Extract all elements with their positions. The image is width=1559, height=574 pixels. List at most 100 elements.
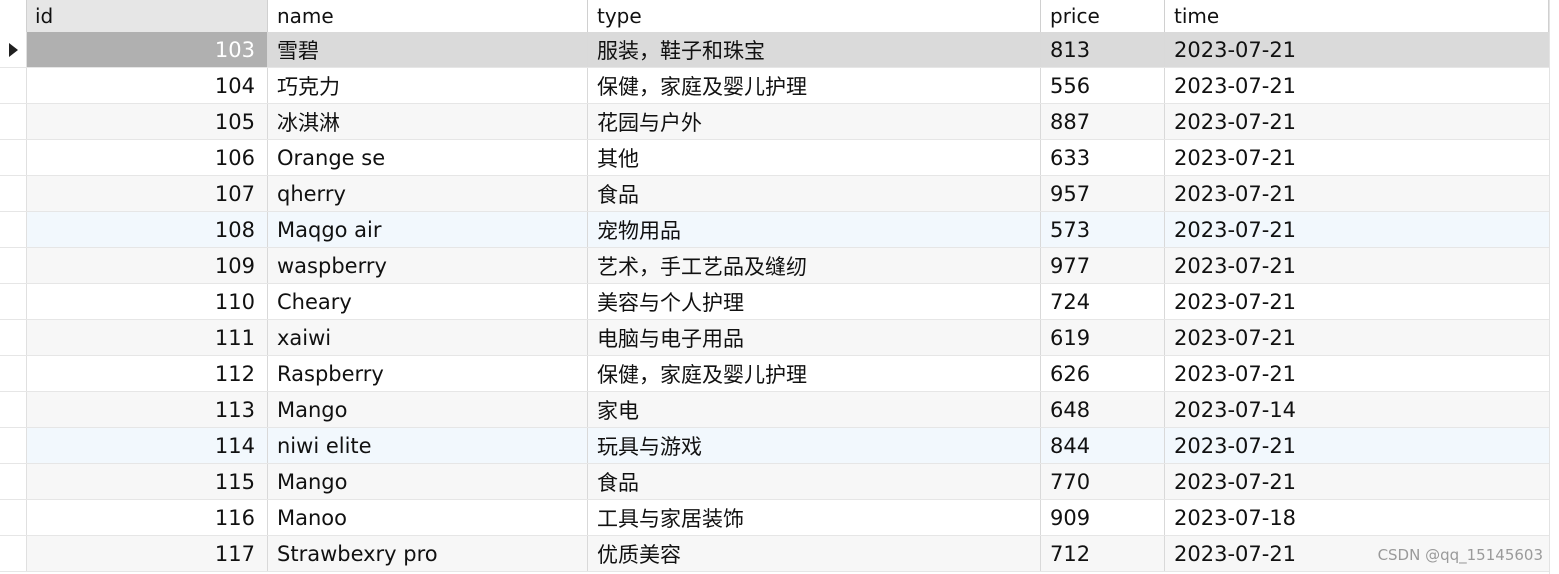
table-row[interactable]: 103 雪碧 服装，鞋子和珠宝 813 2023-07-21 [0,32,1549,68]
row-indicator[interactable] [0,536,27,571]
cell-name[interactable]: niwi elite [268,428,588,463]
column-header-name[interactable]: name [268,0,588,32]
cell-type[interactable]: 花园与户外 [588,104,1041,139]
cell-type[interactable]: 优质美容 [588,536,1041,571]
cell-name[interactable]: Maqgo air [268,212,588,247]
cell-type[interactable]: 家电 [588,392,1041,427]
cell-type[interactable]: 玩具与游戏 [588,428,1041,463]
cell-price[interactable]: 909 [1041,500,1165,535]
cell-id[interactable]: 106 [27,140,268,175]
cell-price[interactable]: 633 [1041,140,1165,175]
column-header-price[interactable]: price [1041,0,1165,32]
cell-time[interactable]: 2023-07-21 [1165,464,1549,499]
row-indicator[interactable] [0,68,27,103]
cell-price[interactable]: 626 [1041,356,1165,391]
row-indicator[interactable] [0,356,27,391]
cell-price[interactable]: 573 [1041,212,1165,247]
row-indicator[interactable] [0,500,27,535]
table-row[interactable]: 111 xaiwi 电脑与电子用品 619 2023-07-21 [0,320,1549,356]
row-indicator[interactable] [0,284,27,319]
row-indicator[interactable] [0,464,27,499]
cell-type[interactable]: 食品 [588,176,1041,211]
row-indicator[interactable] [0,32,27,67]
table-row[interactable]: 108 Maqgo air 宠物用品 573 2023-07-21 [0,212,1549,248]
row-indicator[interactable] [0,212,27,247]
column-header-time[interactable]: time [1165,0,1549,32]
cell-name[interactable]: Orange se [268,140,588,175]
cell-type[interactable]: 保健，家庭及婴儿护理 [588,68,1041,103]
cell-type[interactable]: 宠物用品 [588,212,1041,247]
cell-id[interactable]: 110 [27,284,268,319]
table-row[interactable]: 105 冰淇淋 花园与户外 887 2023-07-21 [0,104,1549,140]
cell-id[interactable]: 103 [27,32,268,67]
cell-name[interactable]: qherry [268,176,588,211]
cell-id[interactable]: 104 [27,68,268,103]
table-row[interactable]: 115 Mango 食品 770 2023-07-21 [0,464,1549,500]
table-row[interactable]: 112 Raspberry 保健，家庭及婴儿护理 626 2023-07-21 [0,356,1549,392]
cell-name[interactable]: 雪碧 [268,32,588,67]
cell-name[interactable]: 冰淇淋 [268,104,588,139]
cell-id[interactable]: 111 [27,320,268,355]
cell-type[interactable]: 电脑与电子用品 [588,320,1041,355]
cell-time[interactable]: 2023-07-21 [1165,248,1549,283]
cell-time[interactable]: 2023-07-18 [1165,500,1549,535]
cell-type[interactable]: 保健，家庭及婴儿护理 [588,356,1041,391]
cell-name[interactable]: waspberry [268,248,588,283]
cell-name[interactable]: 巧克力 [268,68,588,103]
table-row[interactable]: 106 Orange se 其他 633 2023-07-21 [0,140,1549,176]
cell-price[interactable]: 556 [1041,68,1165,103]
cell-id[interactable]: 116 [27,500,268,535]
row-indicator[interactable] [0,428,27,463]
table-row[interactable]: 116 Manoo 工具与家居装饰 909 2023-07-18 [0,500,1549,536]
cell-time[interactable]: 2023-07-21 [1165,32,1549,67]
table-row[interactable]: 107 qherry 食品 957 2023-07-21 [0,176,1549,212]
cell-name[interactable]: Mango [268,392,588,427]
cell-name[interactable]: Strawbexry pro [268,536,588,571]
row-indicator[interactable] [0,176,27,211]
cell-price[interactable]: 712 [1041,536,1165,571]
cell-time[interactable]: 2023-07-21 [1165,68,1549,103]
column-header-id[interactable]: id [27,0,268,32]
cell-name[interactable]: Cheary [268,284,588,319]
table-row[interactable]: 114 niwi elite 玩具与游戏 844 2023-07-21 [0,428,1549,464]
cell-id[interactable]: 113 [27,392,268,427]
cell-name[interactable]: Manoo [268,500,588,535]
cell-price[interactable]: 813 [1041,32,1165,67]
data-grid[interactable]: id name type price time 103 雪碧 服装，鞋子和珠宝 813… [0,0,1549,574]
row-indicator[interactable] [0,140,27,175]
table-row[interactable]: 113 Mango 家电 648 2023-07-14 [0,392,1549,428]
cell-price[interactable]: 977 [1041,248,1165,283]
cell-id[interactable]: 115 [27,464,268,499]
row-indicator[interactable] [0,248,27,283]
cell-price[interactable]: 887 [1041,104,1165,139]
cell-type[interactable]: 艺术，手工艺品及缝纫 [588,248,1041,283]
cell-type[interactable]: 工具与家居装饰 [588,500,1041,535]
cell-time[interactable]: 2023-07-21 [1165,428,1549,463]
cell-price[interactable]: 648 [1041,392,1165,427]
cell-price[interactable]: 844 [1041,428,1165,463]
cell-name[interactable]: xaiwi [268,320,588,355]
vertical-scrollbar[interactable] [1549,0,1559,574]
row-indicator[interactable] [0,104,27,139]
table-row[interactable]: 110 Cheary 美容与个人护理 724 2023-07-21 [0,284,1549,320]
cell-type[interactable]: 美容与个人护理 [588,284,1041,319]
cell-type[interactable]: 其他 [588,140,1041,175]
cell-time[interactable]: 2023-07-14 [1165,392,1549,427]
cell-id[interactable]: 105 [27,104,268,139]
cell-price[interactable]: 957 [1041,176,1165,211]
cell-id[interactable]: 108 [27,212,268,247]
column-header-type[interactable]: type [588,0,1041,32]
cell-time[interactable]: 2023-07-21 [1165,356,1549,391]
cell-time[interactable]: 2023-07-21 [1165,212,1549,247]
table-row[interactable]: 117 Strawbexry pro 优质美容 712 2023-07-21 [0,536,1549,572]
cell-price[interactable]: 770 [1041,464,1165,499]
table-row[interactable]: 109 waspberry 艺术，手工艺品及缝纫 977 2023-07-21 [0,248,1549,284]
table-row[interactable]: 104 巧克力 保健，家庭及婴儿护理 556 2023-07-21 [0,68,1549,104]
cell-time[interactable]: 2023-07-21 [1165,140,1549,175]
cell-price[interactable]: 619 [1041,320,1165,355]
cell-name[interactable]: Mango [268,464,588,499]
cell-price[interactable]: 724 [1041,284,1165,319]
cell-type[interactable]: 服装，鞋子和珠宝 [588,32,1041,67]
cell-time[interactable]: 2023-07-21 [1165,284,1549,319]
row-indicator[interactable] [0,392,27,427]
